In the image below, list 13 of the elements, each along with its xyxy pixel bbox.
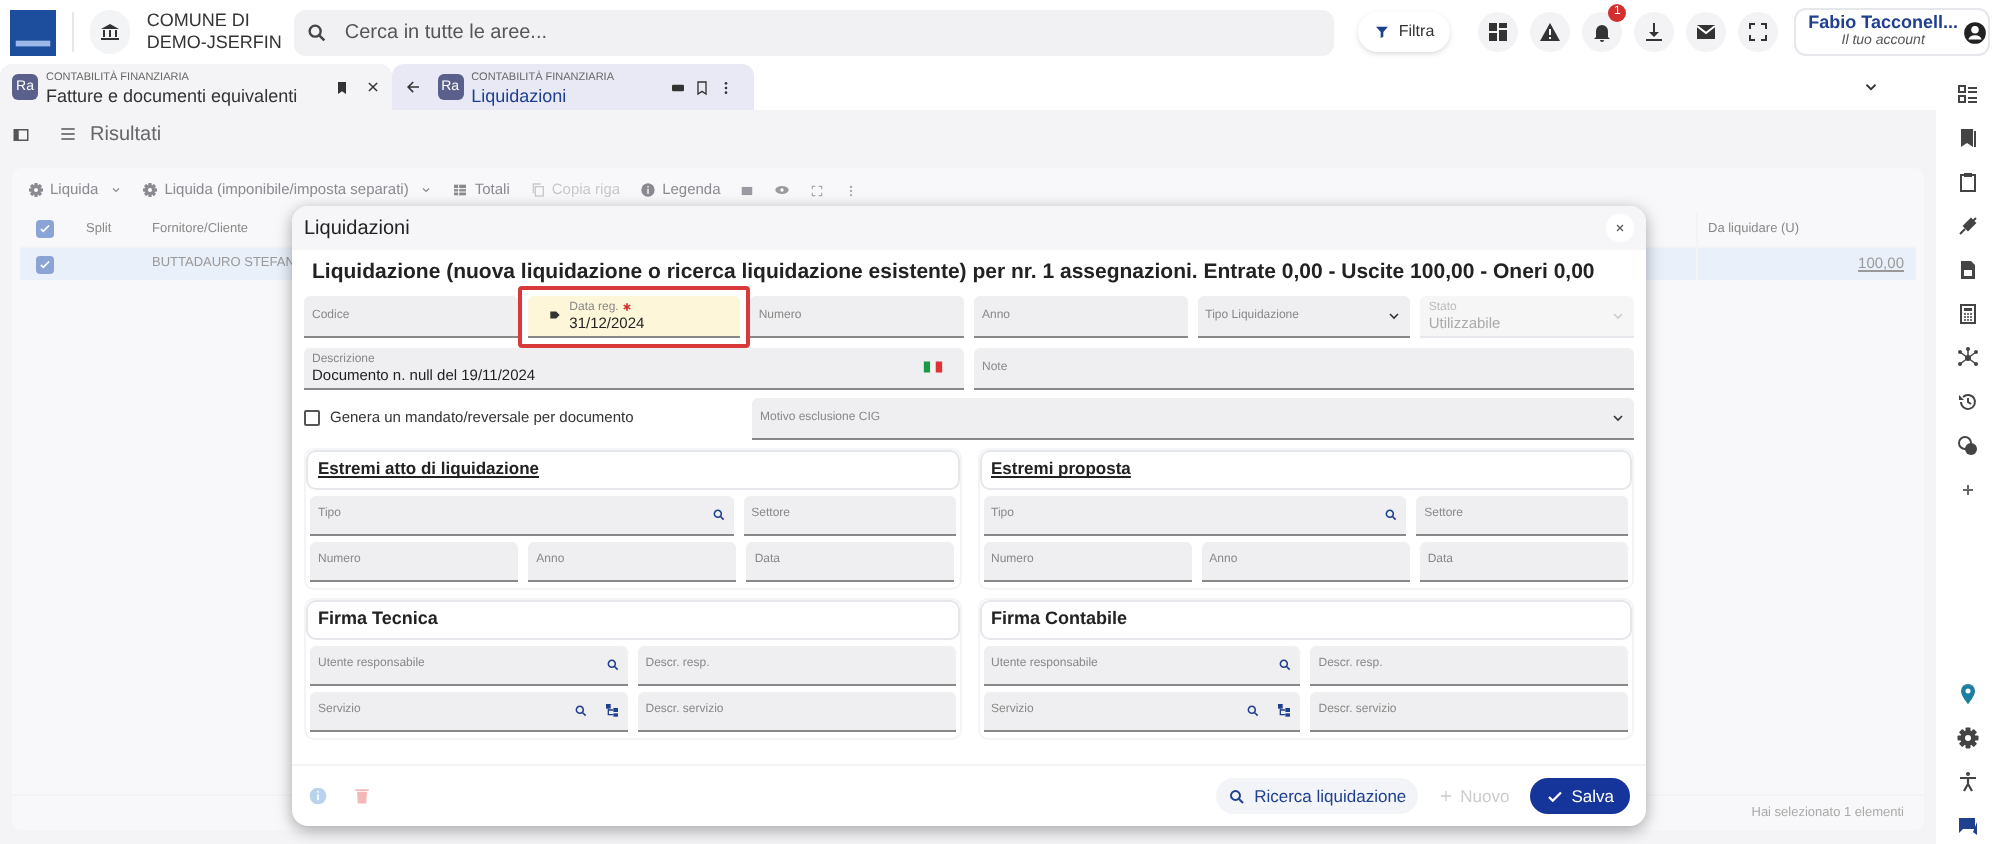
- search-field[interactable]: Cerca in tutte le aree...: [294, 9, 1335, 55]
- section-title: Firma Tecnica: [318, 606, 438, 632]
- section-title: Estremi proposta: [991, 456, 1131, 483]
- dialog-title: Liquidazioni: [304, 215, 410, 243]
- section-title: Firma Contabile: [991, 606, 1128, 632]
- organization-name: COMUNE DI: [146, 10, 250, 32]
- search-button[interactable]: Ricerca liquidazione: [1216, 778, 1419, 814]
- filter-button[interactable]: Filtra: [1358, 12, 1451, 52]
- save-button[interactable]: Salva: [1529, 778, 1630, 814]
- dialog-heading: Liquidazione (nuova liquidazione o ricerca liquidazione esistente) per nr. 1 assegnazioni. Entrate 0,00 - Uscite 100,00 - Oneri 0,00: [312, 258, 1597, 288]
- results-header[interactable]: Risultati: [58, 119, 162, 149]
- section-title: Estremi atto di liquidazione: [318, 456, 540, 483]
- organization-name: DEMO-JSERFIN: [146, 32, 282, 54]
